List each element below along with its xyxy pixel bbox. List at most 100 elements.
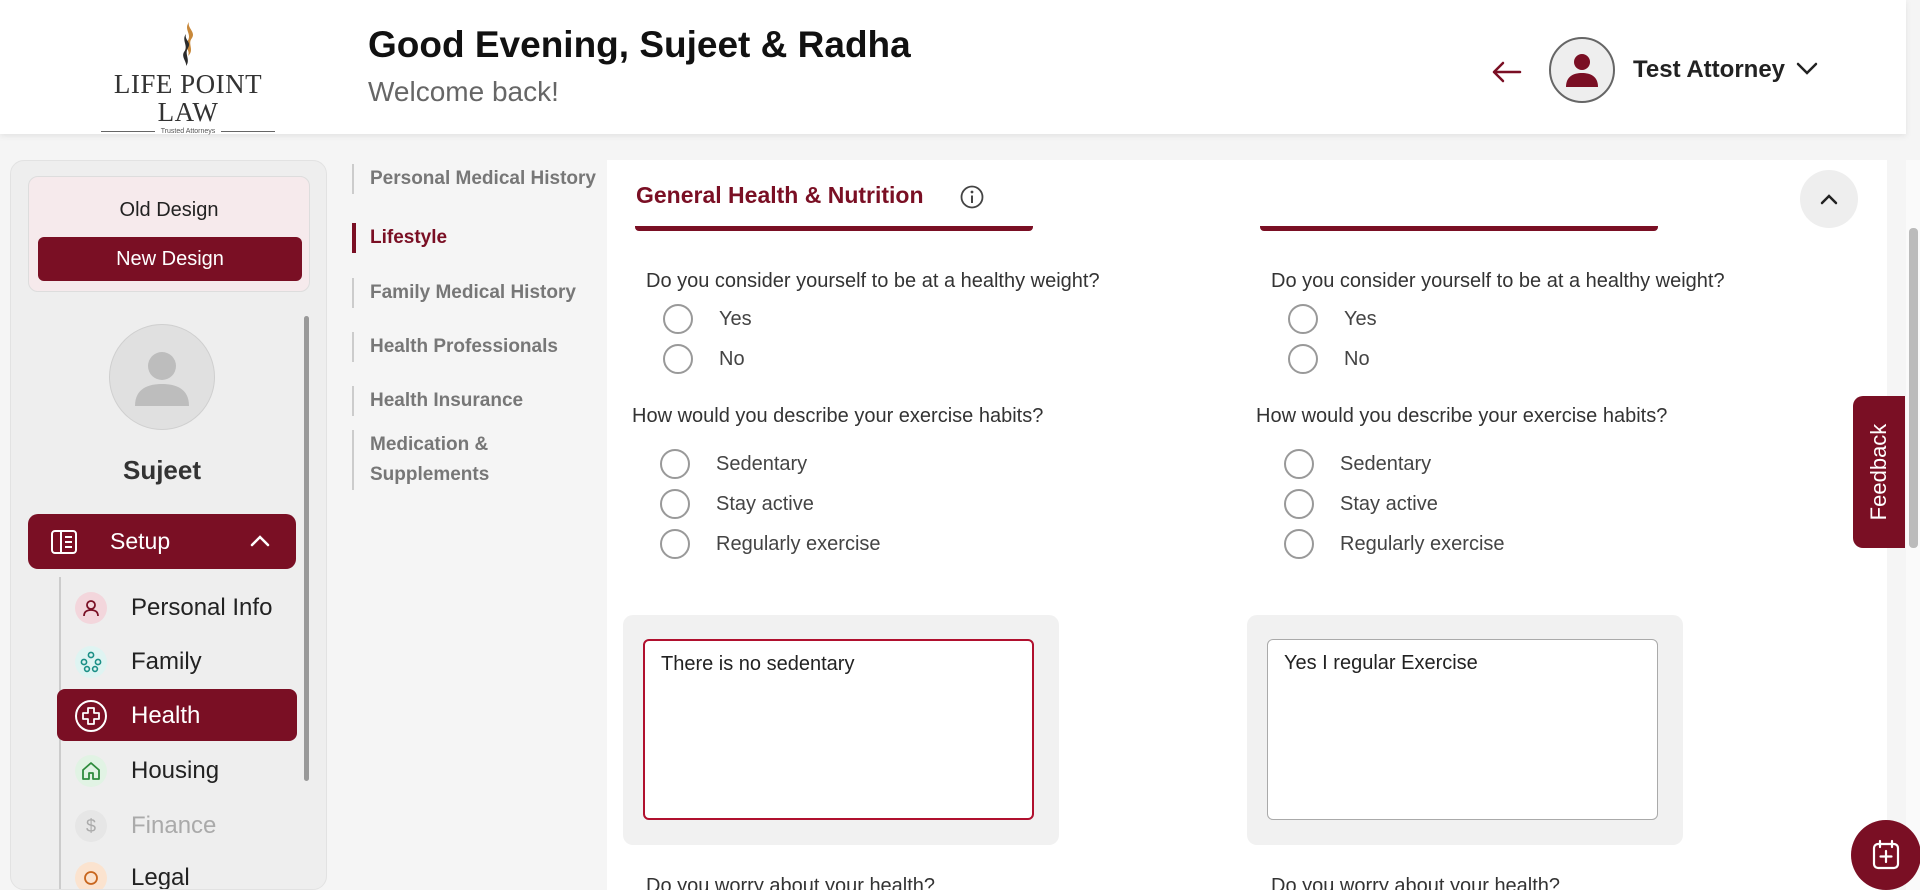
person-icon xyxy=(75,592,107,624)
radio-circle[interactable] xyxy=(660,449,690,479)
question-healthy-weight: Do you consider yourself to be at a heal… xyxy=(646,270,1100,292)
section-title: General Health & Nutrition xyxy=(636,182,924,208)
notes-container: There is no sedentary xyxy=(623,615,1059,845)
radio-exercise-sedentary[interactable]: Sedentary xyxy=(660,448,807,480)
health-plus-icon xyxy=(75,700,107,732)
radio-label: Stay active xyxy=(1340,492,1438,515)
sidebar-item-housing[interactable]: Housing xyxy=(57,744,297,796)
section-nav-medication-supplements[interactable]: Medication & Supplements xyxy=(352,430,552,490)
new-design-button[interactable]: New Design xyxy=(38,237,302,281)
feedback-label: Feedback xyxy=(1866,423,1891,521)
arrow-left-icon[interactable] xyxy=(1490,52,1524,92)
sidebar-scrollbar[interactable] xyxy=(304,316,309,781)
radio-circle[interactable] xyxy=(1284,449,1314,479)
question-exercise-habits: How would you describe your exercise hab… xyxy=(632,405,1044,427)
user-avatar-icon xyxy=(1566,54,1598,87)
radio-weight-no[interactable]: No xyxy=(1288,343,1370,375)
section-nav-family-medical-history[interactable]: Family Medical History xyxy=(352,278,602,308)
logo-tagline: Trusted Attorneys xyxy=(86,128,290,135)
sidebar-item-legal[interactable]: Legal xyxy=(57,851,297,890)
radio-circle[interactable] xyxy=(660,489,690,519)
setup-label: Setup xyxy=(110,528,171,554)
radio-label: Regularly exercise xyxy=(716,532,881,555)
section-nav: Personal Medical History Lifestyle Famil… xyxy=(350,160,606,490)
sidebar-item-finance[interactable]: $ Finance xyxy=(57,799,297,851)
radio-circle[interactable] xyxy=(660,529,690,559)
sidebar-item-label: Health xyxy=(131,702,201,729)
column-tab-indicator-2 xyxy=(1260,226,1658,231)
chevron-down-icon[interactable] xyxy=(1794,58,1820,80)
radio-circle[interactable] xyxy=(663,304,693,334)
question-healthy-weight: Do you consider yourself to be at a heal… xyxy=(1271,270,1725,292)
radio-circle[interactable] xyxy=(1284,529,1314,559)
radio-label: No xyxy=(719,347,745,370)
sidebar-item-label: Housing xyxy=(131,757,220,784)
sidebar-item-label: Personal Info xyxy=(131,594,273,621)
radio-label: Yes xyxy=(1344,307,1377,330)
sidebar-item-family[interactable]: Family xyxy=(57,635,297,687)
radio-exercise-stay-active[interactable]: Stay active xyxy=(1284,488,1438,520)
radio-exercise-regularly[interactable]: Regularly exercise xyxy=(1284,528,1505,560)
family-icon xyxy=(75,646,107,678)
radio-label: Stay active xyxy=(716,492,814,515)
question-worry-health: Do you worry about your health? xyxy=(646,875,936,890)
profile-avatar xyxy=(109,324,215,430)
section-nav-personal-medical-history[interactable]: Personal Medical History xyxy=(352,164,602,194)
feedback-tab[interactable]: Feedback xyxy=(1853,396,1905,548)
person-placeholder-icon xyxy=(135,352,189,406)
greeting-subtitle: Welcome back! xyxy=(368,76,559,107)
radio-circle[interactable] xyxy=(1284,489,1314,519)
radio-label: Regularly exercise xyxy=(1340,532,1505,555)
radio-label: Sedentary xyxy=(716,452,808,475)
section-nav-health-insurance[interactable]: Health Insurance xyxy=(352,386,602,416)
sidebar-item-label: Legal xyxy=(131,864,190,890)
left-sidebar: Old Design New Design Sujeet Setup Perso… xyxy=(10,160,327,890)
sidebar-item-personal-info[interactable]: Personal Info xyxy=(57,581,297,633)
notes-textarea[interactable]: Yes I regular Exercise xyxy=(1267,639,1658,820)
notes-container: Yes I regular Exercise xyxy=(1247,615,1683,845)
section-nav-lifestyle[interactable]: Lifestyle xyxy=(352,223,602,253)
radio-weight-no[interactable]: No xyxy=(663,343,745,375)
radio-exercise-sedentary[interactable]: Sedentary xyxy=(1284,448,1431,480)
chevron-up-icon xyxy=(1820,194,1838,205)
radio-exercise-stay-active[interactable]: Stay active xyxy=(660,488,814,520)
sidebar-item-label: Finance xyxy=(131,812,217,839)
setup-book-icon xyxy=(51,530,77,554)
dollar-icon: $ xyxy=(75,810,107,842)
setup-menu-toggle[interactable]: Setup xyxy=(28,514,296,569)
radio-weight-yes[interactable]: Yes xyxy=(1288,303,1377,335)
radio-label: Sedentary xyxy=(1340,452,1432,475)
question-worry-health: Do you worry about your health? xyxy=(1271,875,1561,890)
info-icon[interactable] xyxy=(959,184,985,210)
notes-textarea[interactable]: There is no sedentary xyxy=(643,639,1034,820)
radio-label: Yes xyxy=(719,307,752,330)
radio-weight-yes[interactable]: Yes xyxy=(663,303,752,335)
logo: LIFE POINT LAW Trusted Attorneys xyxy=(86,20,290,135)
radio-label: No xyxy=(1344,347,1370,370)
page-scrollbar-thumb[interactable] xyxy=(1909,228,1918,548)
chevron-up-icon xyxy=(250,535,270,547)
radio-circle[interactable] xyxy=(1288,304,1318,334)
radio-circle[interactable] xyxy=(663,344,693,374)
flame-logo-icon xyxy=(183,22,194,66)
old-design-button[interactable]: Old Design xyxy=(29,199,309,222)
collapse-section-button[interactable] xyxy=(1800,170,1858,228)
user-avatar[interactable] xyxy=(1549,37,1615,103)
sidebar-item-health[interactable]: Health xyxy=(57,689,297,741)
greeting-title: Good Evening, Sujeet & Radha xyxy=(368,24,911,65)
radio-circle[interactable] xyxy=(1288,344,1318,374)
logo-text: LIFE POINT LAW xyxy=(113,69,263,127)
design-switcher: Old Design New Design xyxy=(28,176,310,292)
sidebar-item-label: Family xyxy=(131,648,202,675)
add-note-button[interactable] xyxy=(1851,820,1920,890)
main-content: General Health & Nutrition Do you consid… xyxy=(607,160,1887,890)
question-exercise-habits: How would you describe your exercise hab… xyxy=(1256,405,1668,427)
legal-icon xyxy=(75,862,107,889)
home-icon xyxy=(75,755,107,787)
section-nav-health-professionals[interactable]: Health Professionals xyxy=(352,332,602,362)
top-header: LIFE POINT LAW Trusted Attorneys Good Ev… xyxy=(0,0,1906,135)
profile-name: Sujeet xyxy=(122,455,202,485)
column-tab-indicator-1 xyxy=(635,226,1033,231)
user-name[interactable]: Test Attorney xyxy=(1633,56,1785,84)
radio-exercise-regularly[interactable]: Regularly exercise xyxy=(660,528,881,560)
